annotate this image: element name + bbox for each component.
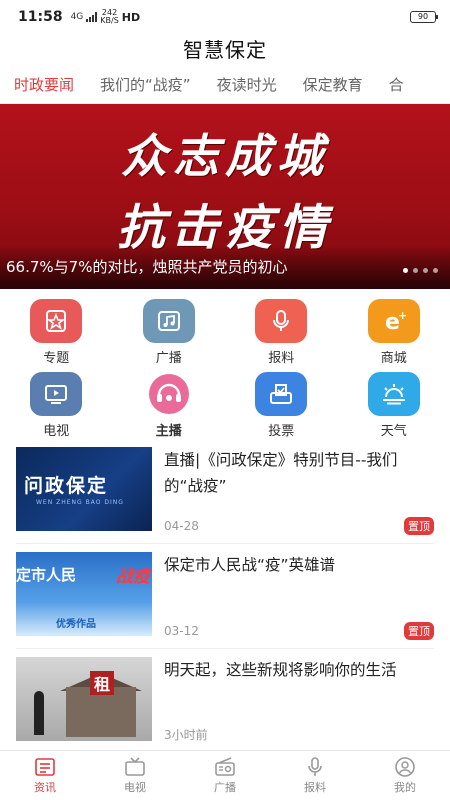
grid-label: 天气	[380, 424, 407, 439]
radio-icon	[215, 756, 235, 776]
grid-item-radio[interactable]: 广播	[113, 299, 226, 366]
grid-label: 主播	[155, 424, 182, 439]
news-body: 明天起，这些新规将影响你的生活 3小时前	[164, 657, 434, 753]
svg-text:+: +	[398, 309, 407, 322]
hd-indicator: HD	[121, 10, 141, 24]
news-thumbnail: 定市人民 战疫 优秀作品	[16, 552, 152, 636]
carousel-dot	[433, 268, 438, 273]
grid-item-tv[interactable]: 电视	[0, 372, 113, 439]
nav-label: 广播	[214, 780, 236, 794]
network-type: 4G	[70, 11, 84, 22]
microphone-icon	[255, 299, 308, 343]
carousel-dot	[413, 268, 418, 273]
tab-more[interactable]: 合	[389, 74, 404, 95]
grid-label: 专题	[43, 351, 70, 366]
news-body: 直播|《问政保定》特别节目--我们的“战疫” 04-28 置顶	[164, 447, 434, 543]
news-body: 保定市人民战“疫”英雄谱 03-12 置顶	[164, 552, 434, 648]
signal-icon	[86, 12, 98, 22]
carousel-dot	[403, 268, 408, 273]
microphone-icon	[308, 756, 322, 776]
bottom-nav: 资讯 电视 广播 报料 我的	[0, 750, 450, 800]
nav-item-tv[interactable]: 电视	[90, 751, 180, 800]
banner-slogan-1: 众志成城	[121, 129, 329, 183]
grid-item-anchor[interactable]: 主播	[113, 372, 226, 439]
grid-label: 广播	[155, 351, 182, 366]
tab-news[interactable]: 时政要闻	[14, 74, 74, 95]
grid-label: 电视	[43, 424, 70, 439]
news-thumbnail: 问政保定 WEN ZHENG BAO DING	[16, 447, 152, 531]
thumbnail-text: 问政保定	[24, 475, 109, 497]
news-date: 04-28	[164, 519, 199, 533]
vote-icon	[255, 372, 308, 416]
tab-fight-epidemic[interactable]: 我们的“战疫”	[100, 74, 191, 95]
grid-item-report[interactable]: 报料	[225, 299, 338, 366]
app-title: 智慧保定	[183, 38, 267, 62]
nav-item-mine[interactable]: 我的	[360, 751, 450, 800]
grid-item-mall[interactable]: e + 商城	[338, 299, 450, 366]
thumbnail-text: 租	[90, 671, 115, 695]
news-time: 3小时前	[164, 728, 208, 742]
thumbnail-figure	[34, 691, 44, 735]
grid-label: 报料	[268, 351, 295, 366]
grid-label: 商城	[380, 351, 407, 366]
anchor-icon	[142, 372, 195, 416]
network-speed: 242 KB/S	[100, 8, 119, 25]
nav-item-news[interactable]: 资讯	[0, 751, 90, 800]
grid-item-vote[interactable]: 投票	[225, 372, 338, 439]
list-item[interactable]: 问政保定 WEN ZHENG BAO DING 直播|《问政保定》特别节目--我…	[16, 439, 434, 544]
banner-caption: 66.7%与7%的对比，烛照共产党员的初心	[6, 258, 288, 276]
status-time: 11:58	[18, 9, 63, 25]
list-item[interactable]: 定市人民 战疫 优秀作品 保定市人民战“疫”英雄谱 03-12 置顶	[16, 544, 434, 649]
nav-item-radio[interactable]: 广播	[180, 751, 270, 800]
banner-carousel[interactable]: 众志成城 抗击疫情 66.7%与7%的对比，烛照共产党员的初心	[0, 104, 450, 289]
tab-education[interactable]: 保定教育	[303, 74, 363, 95]
channel-tabs: 时政要闻 我们的“战疫” 夜读时光 保定教育 合	[0, 66, 450, 104]
news-title: 明天起，这些新规将影响你的生活	[164, 661, 397, 679]
news-list: 问政保定 WEN ZHENG BAO DING 直播|《问政保定》特别节目--我…	[0, 439, 450, 754]
nav-label: 资讯	[34, 780, 56, 794]
news-title: 直播|《问政保定》特别节目--我们的“战疫”	[164, 451, 398, 495]
tv-icon	[30, 372, 83, 416]
e-shop-icon: e +	[367, 299, 420, 343]
news-date: 03-12	[164, 624, 199, 638]
nav-label: 报料	[304, 780, 326, 794]
battery-icon: 90	[410, 11, 438, 23]
star-doc-icon	[30, 299, 83, 343]
grid-label: 投票	[268, 424, 295, 439]
grid-item-topics[interactable]: 专题	[0, 299, 113, 366]
nav-label: 电视	[124, 780, 146, 794]
status-bar: 11:58 4G 242 KB/S HD 90	[0, 0, 450, 34]
list-item[interactable]: 租 明天起，这些新规将影响你的生活 3小时前	[16, 649, 434, 754]
tab-night-reading[interactable]: 夜读时光	[217, 74, 277, 95]
news-title: 保定市人民战“疫”英雄谱	[164, 556, 336, 574]
thumbnail-subtext: WEN ZHENG BAO DING	[36, 499, 124, 506]
thumbnail-text: 优秀作品	[56, 619, 96, 630]
tv-icon	[125, 756, 145, 776]
pinned-badge: 置顶	[404, 517, 434, 535]
carousel-indicator	[403, 268, 438, 273]
pinned-badge: 置顶	[404, 622, 434, 640]
carousel-dot	[423, 268, 428, 273]
thumbnail-text: 定市人民	[16, 566, 77, 584]
thumbnail-text: 战疫	[116, 567, 150, 587]
grid-item-weather[interactable]: 天气	[338, 372, 450, 439]
function-grid: 专题 广播 报料 e + 商城 电视 主播 投票 天气	[0, 289, 450, 439]
news-icon	[35, 757, 55, 776]
nav-item-report[interactable]: 报料	[270, 751, 360, 800]
nav-label: 我的	[394, 780, 416, 794]
weather-icon	[367, 372, 420, 416]
music-icon	[142, 299, 195, 343]
user-icon	[395, 756, 415, 777]
news-thumbnail: 租	[16, 657, 152, 741]
